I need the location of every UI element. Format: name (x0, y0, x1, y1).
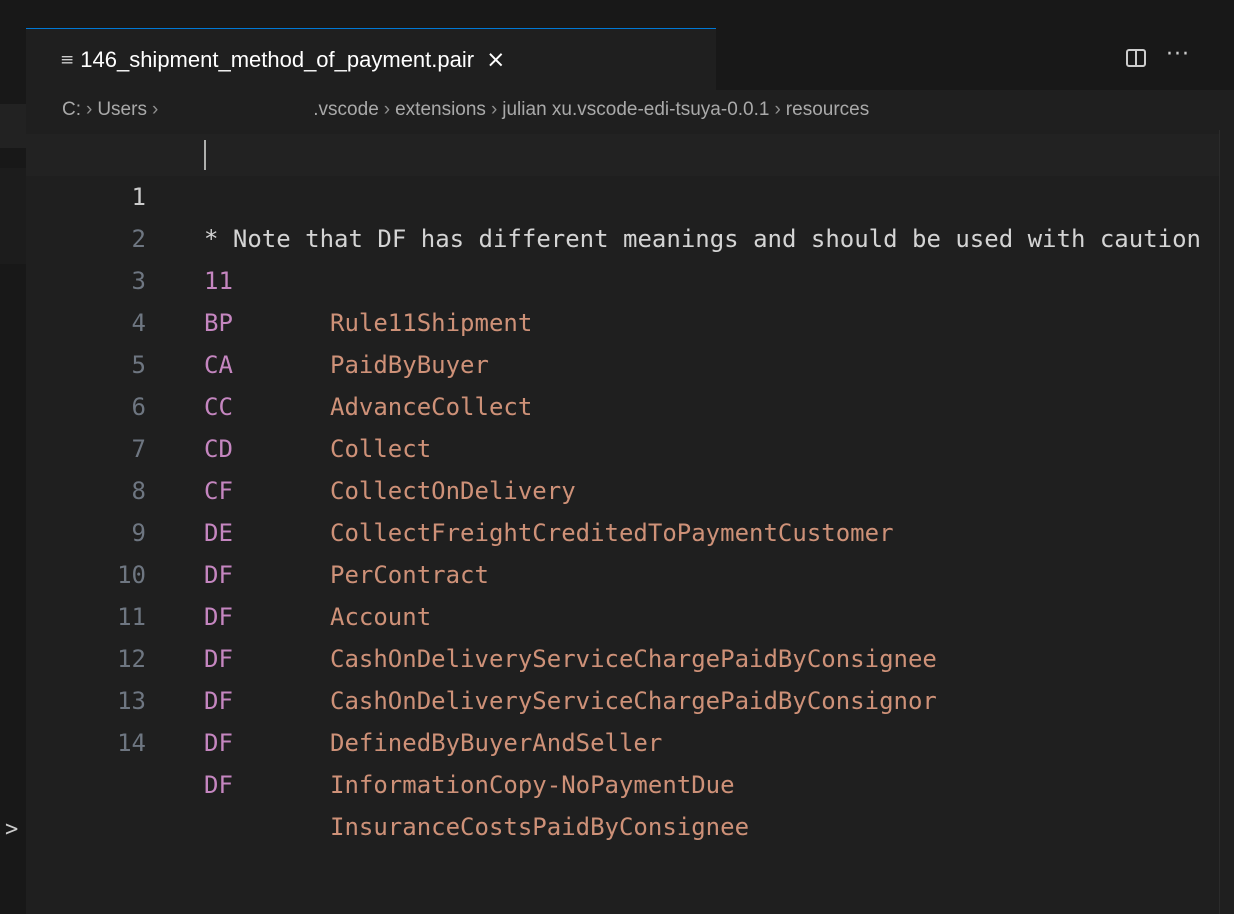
chevron-right-icon: › (383, 99, 391, 120)
code-line[interactable]: 3 BP PaidByBuyer (26, 218, 1234, 379)
more-actions-icon[interactable]: ··· (1166, 42, 1190, 67)
pair-key: DF (204, 771, 233, 799)
vertical-scrollbar[interactable] (1219, 130, 1234, 914)
title-bar-strip (0, 0, 1234, 28)
chevron-right-icon: › (774, 99, 781, 120)
code-line[interactable]: 1 * Note that DF has different meanings … (26, 134, 1234, 253)
code-line[interactable]: 9 DF Account (26, 470, 1234, 631)
pair-key: DF (204, 729, 233, 757)
code-line[interactable]: 2 11 Rule11Shipment (26, 176, 1234, 337)
breadcrumb-item[interactable]: resources (786, 99, 869, 121)
chevron-right-icon: › (490, 99, 498, 120)
expand-chevron-icon[interactable]: > (5, 817, 18, 842)
close-icon[interactable]: × (486, 47, 505, 73)
breadcrumb-item[interactable]: .vscode (313, 99, 378, 121)
editor-tab[interactable]: ≡ 146_shipment_method_of_payment.pair × (26, 28, 716, 90)
split-editor-icon[interactable] (1126, 49, 1146, 67)
code-line[interactable]: 10 DF CashOnDeliveryServiceChargePaidByC… (26, 512, 1234, 673)
code-editor[interactable]: 1 * Note that DF has different meanings … (26, 134, 1234, 914)
breadcrumb-item[interactable]: julian xu.vscode-edi-tsuya-0.0.1 (502, 99, 769, 121)
code-line[interactable]: 5 CC Collect (26, 302, 1234, 463)
breadcrumb: C: › Users › .vscode › extensions › juli… (26, 90, 1234, 130)
text-cursor (204, 140, 206, 170)
code-line[interactable]: 14 DF InsuranceCostsPaidByConsignee (26, 680, 1234, 841)
tab-label: 146_shipment_method_of_payment.pair (80, 46, 475, 72)
code-line[interactable]: 8 DE PerContract (26, 428, 1234, 589)
file-lines-icon: ≡ (60, 49, 75, 70)
pair-value: InformationCopy-NoPaymentDue (330, 771, 735, 799)
pair-value: InsuranceCostsPaidByConsignee (330, 813, 750, 841)
line-number: 14 (117, 729, 146, 757)
breadcrumb-item[interactable]: Users (97, 99, 147, 121)
breadcrumb-item[interactable]: extensions (395, 99, 486, 121)
side-panel (0, 28, 26, 914)
chevron-right-icon: › (86, 99, 93, 120)
chevron-right-icon: › (151, 99, 159, 120)
code-line[interactable]: 4 CA AdvanceCollect (26, 260, 1234, 421)
tab-bar: ≡ 146_shipment_method_of_payment.pair × … (26, 28, 1234, 90)
breadcrumb-item[interactable]: C: (62, 99, 81, 121)
code-line[interactable]: 11 DF CashOnDeliveryServiceChargePaidByC… (26, 554, 1234, 715)
side-panel-item (0, 168, 26, 264)
editor-group: ≡ 146_shipment_method_of_payment.pair × … (26, 28, 1234, 914)
code-line[interactable]: 12 DF DefinedByBuyerAndSeller (26, 596, 1234, 757)
side-panel-item (0, 104, 26, 148)
code-line[interactable]: 13 DF InformationCopy-NoPaymentDue (26, 638, 1234, 799)
pair-value: DefinedByBuyerAndSeller (330, 729, 663, 757)
code-line[interactable]: 7 CF CollectFreightCreditedToPaymentCust… (26, 386, 1234, 547)
code-line[interactable]: 6 CD CollectOnDelivery (26, 344, 1234, 505)
